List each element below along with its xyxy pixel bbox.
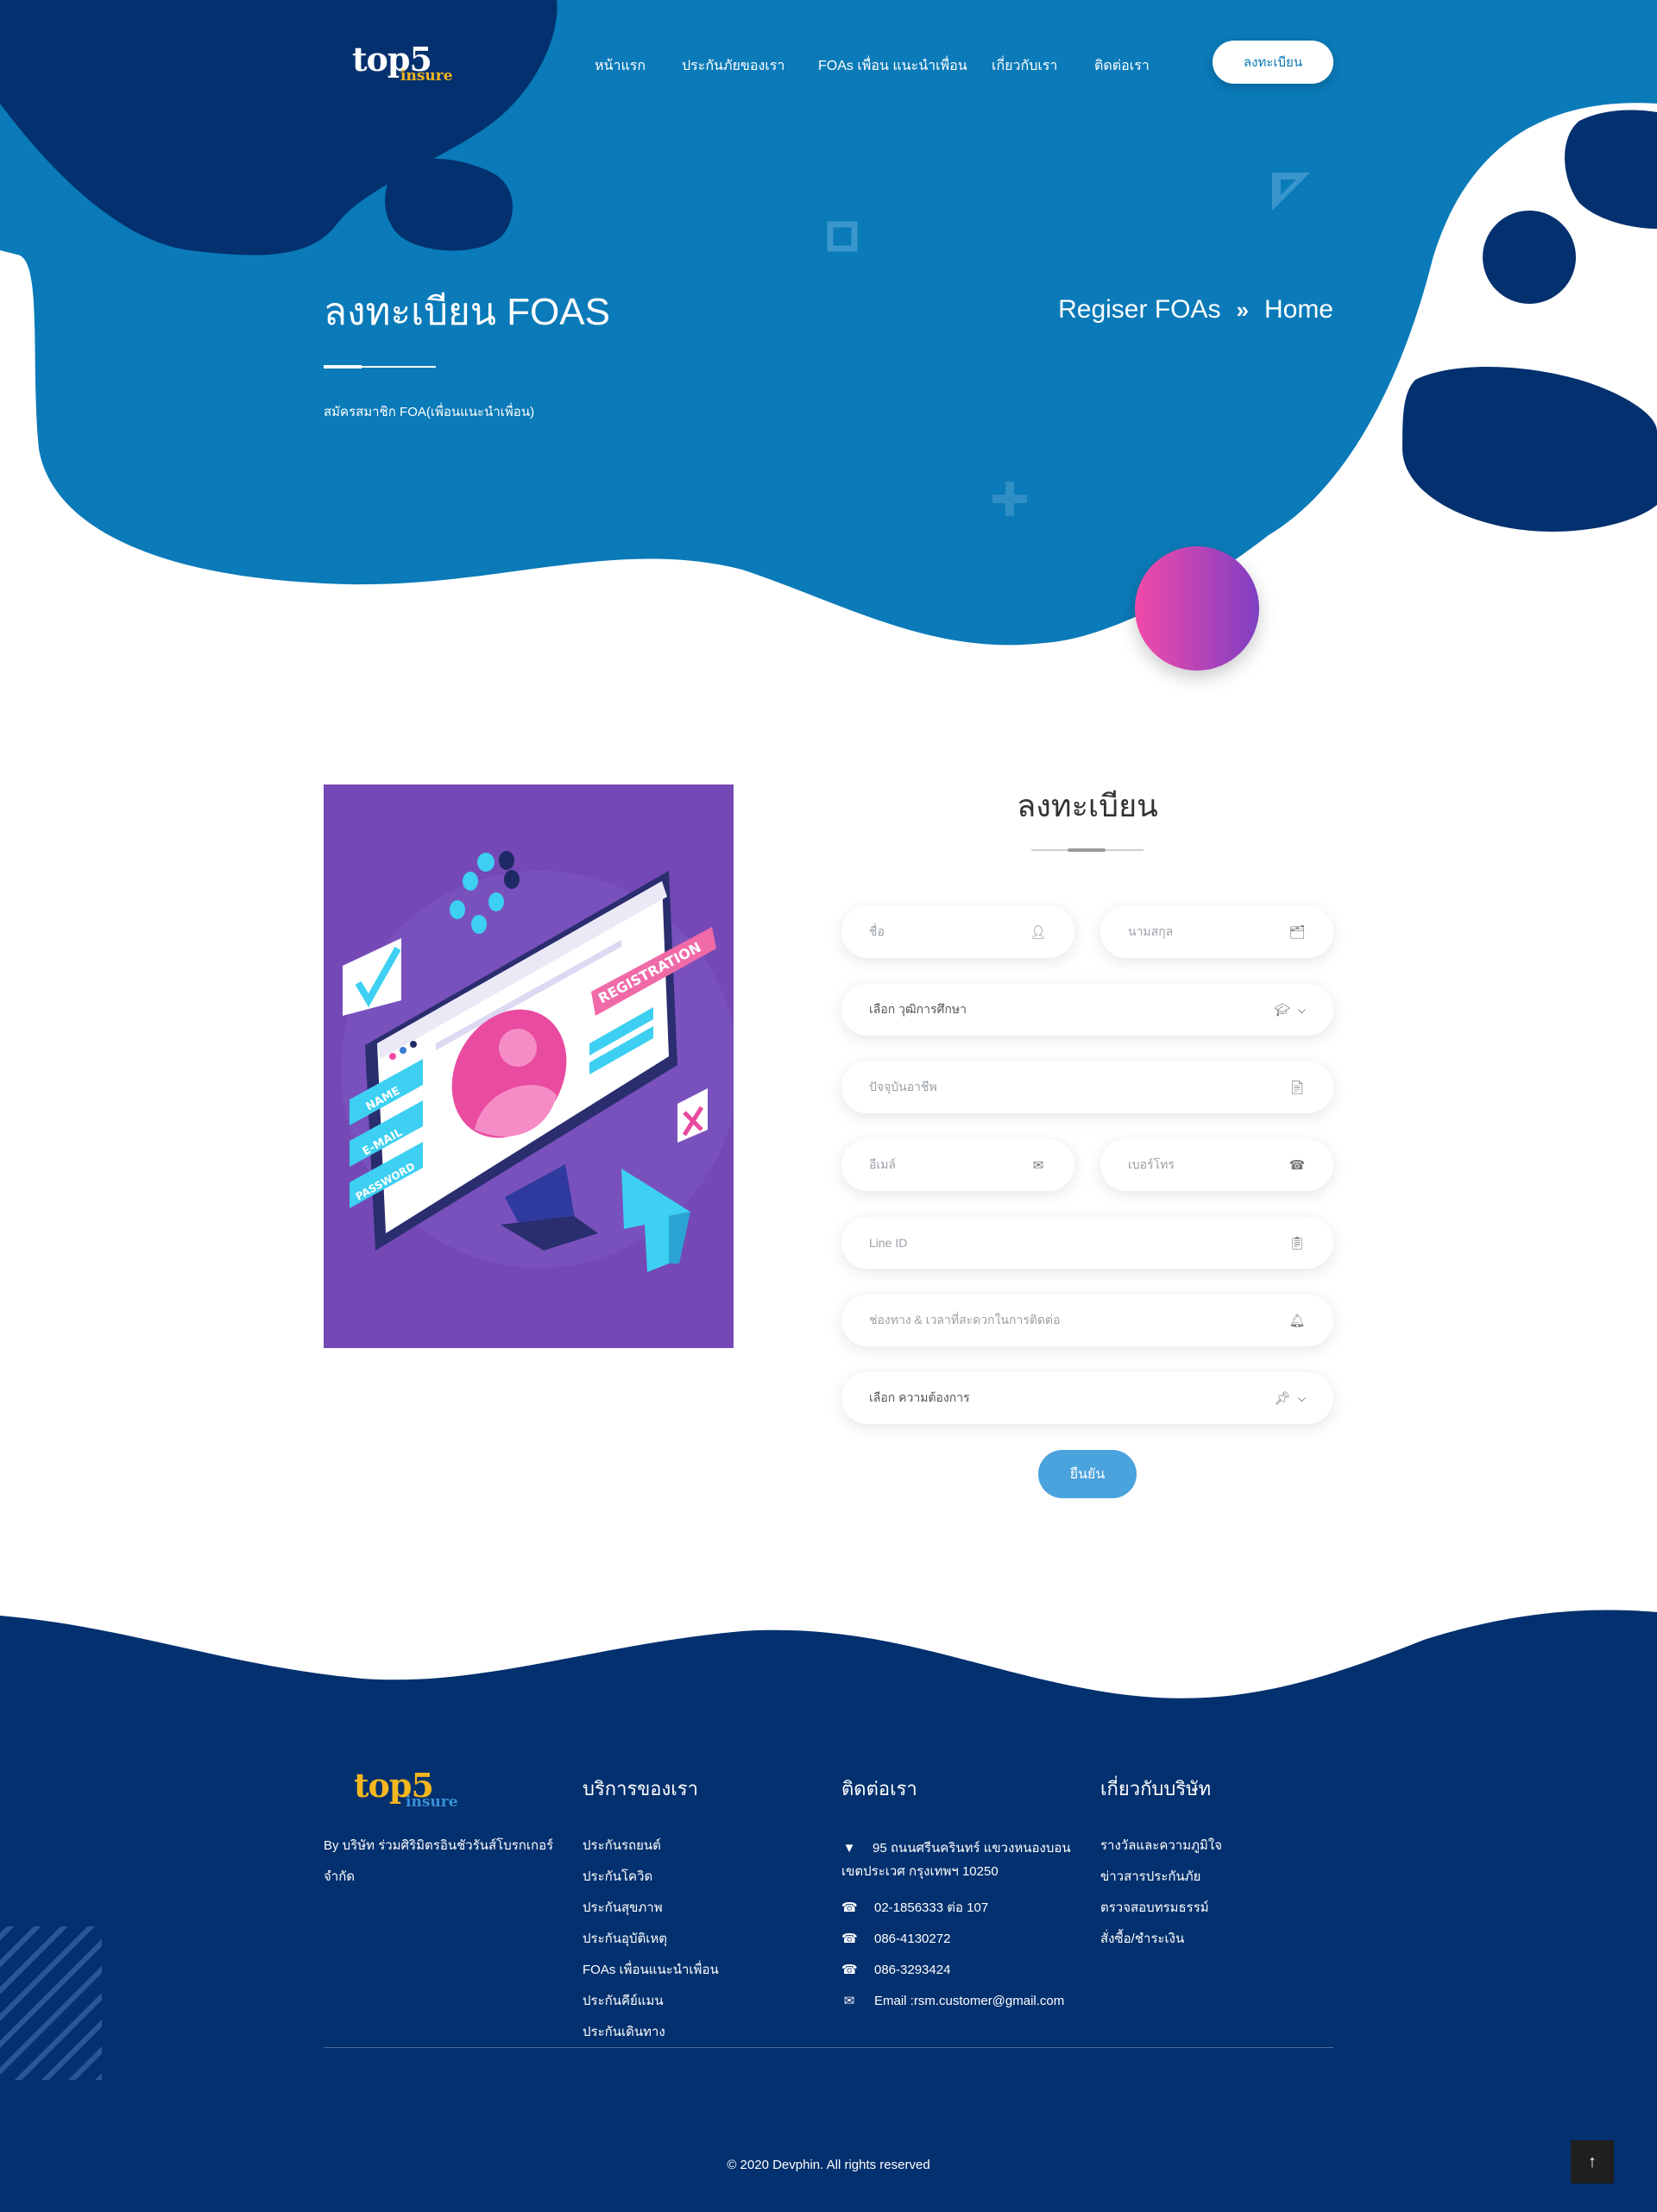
footer-divider (324, 2047, 1333, 2048)
submit-button[interactable]: ยืนยัน (1038, 1450, 1137, 1498)
arrow-up-icon: ↑ (1588, 2152, 1597, 2171)
about-link[interactable]: ข่าวสารประกันภัย (1100, 1866, 1222, 1897)
breadcrumb-home[interactable]: Home (1264, 295, 1333, 325)
file-icon: 📄︎ (1288, 1081, 1306, 1095)
user-icon: 👤︎ (1030, 925, 1047, 940)
breadcrumb: Regiser FOAs » Home (1058, 295, 1333, 325)
logo-text-bottom: insure (400, 67, 453, 85)
need-select[interactable]: เลือก ความต้องการ 📌︎ ⌵ (841, 1372, 1333, 1424)
company-name-line-1: By บริษัท ร่วมศิริมิตรอินชัวรันส์โบรกเกอ… (324, 1838, 554, 1853)
occupation-field[interactable]: ปัจจุบันอาชีพ 📄︎ (841, 1062, 1333, 1113)
service-link[interactable]: ประกันสุขภาพ (583, 1897, 719, 1928)
nav-contact[interactable]: ติดต่อเรา (1094, 55, 1150, 77)
line-id-placeholder: Line ID (869, 1236, 908, 1250)
envelope-icon: ✉ (843, 1994, 855, 2008)
education-selected: เลือก วุฒิการศึกษา (869, 1002, 967, 1016)
service-link[interactable]: ประกันอุบัติเหตุ (583, 1928, 719, 1959)
contact-heading: ติดต่อเรา (841, 1778, 917, 1799)
services-heading: บริการของเรา (583, 1778, 698, 1799)
chevron-down-icon: ⌵ (1297, 1003, 1306, 1016)
footer-wave (0, 1610, 1657, 2212)
first-name-field[interactable]: ชื่อ 👤︎ (841, 906, 1074, 958)
hero-pink-circle (1135, 546, 1259, 671)
pin-icon: 📌︎ (1274, 1391, 1291, 1406)
service-link[interactable]: ประกันรถยนต์ (583, 1835, 719, 1866)
first-name-placeholder: ชื่อ (869, 924, 885, 938)
phone-number: 02-1856333 ต่อ 107 (874, 1900, 989, 1915)
phone-icon: ☎ (841, 1932, 858, 1946)
education-select[interactable]: เลือก วุฒิการศึกษา 🎓︎ ⌵ (841, 984, 1333, 1036)
form-title: ลงทะเบียน (1017, 788, 1158, 823)
graduation-cap-icon: 🎓︎ (1274, 1003, 1291, 1018)
phone-number: 086-4130272 (874, 1931, 951, 1946)
about-link[interactable]: สั่งซื้อ/ชำระเงิน (1100, 1928, 1222, 1959)
email-field[interactable]: อีเมล์ ✉︎ (841, 1139, 1074, 1191)
address-line-2: เขตประเวศ กรุงเทพฯ 10250 (841, 1864, 999, 1879)
illustration-graphic: REGISTRATION NAME E-MAIL PASSWORD (341, 851, 734, 1272)
phone-icon: ☎︎ (1288, 1158, 1306, 1173)
about-heading: เกี่ยวกับบริษัท (1100, 1778, 1212, 1799)
phone-placeholder: เบอร์โทร (1128, 1157, 1175, 1171)
double-chevron-right-icon: » (1236, 296, 1250, 323)
footer-logo[interactable]: top5 insure (354, 1769, 458, 1810)
hero-navy-circle (1483, 211, 1576, 304)
nav-about[interactable]: เกี่ยวกับเรา (992, 55, 1057, 77)
contact-time-field[interactable]: ช่องทาง & เวลาที่สะดวกในการติดต่อ 🔔︎ (841, 1295, 1333, 1346)
page-title: ลงทะเบียน FOAS (324, 291, 610, 333)
header-logo[interactable]: top5 insure (352, 43, 453, 84)
map-marker-icon: ▼ (842, 1840, 856, 1856)
phone-number: 086-3293424 (874, 1962, 951, 1977)
email-address: Email :rsm.customer@gmail.com (874, 1993, 1065, 2008)
title-underline (324, 365, 436, 369)
hero-navy-blob-right-top (1565, 110, 1657, 229)
nav-foas[interactable]: FOAs เพื่อน แนะนำเพื่อน (818, 55, 967, 77)
company-name-line-2: จำกัด (324, 1869, 356, 1884)
service-link[interactable]: ประกันคีย์แมน (583, 1990, 719, 2021)
page-subtitle: สมัครสมาชิก FOA(เพื่อนแนะนำเพื่อน) (324, 405, 535, 419)
phone-row[interactable]: ☎ 086-3293424 (841, 1954, 1071, 1985)
about-list: รางวัลและความภูมิใจ ข่าวสารประกันภัย ตรว… (1100, 1835, 1222, 1959)
contact-list: ▼ 95 ถนนศรีนครินทร์ แขวงหนองบอน เขตประเว… (841, 1835, 1071, 2016)
address-row: ▼ 95 ถนนศรีนครินทร์ แขวงหนองบอน (841, 1835, 1071, 1861)
phone-field[interactable]: เบอร์โทร ☎︎ (1100, 1139, 1333, 1191)
service-link[interactable]: ประกันโควิด (583, 1866, 719, 1897)
services-list: ประกันรถยนต์ ประกันโควิด ประกันสุขภาพ ปร… (583, 1835, 719, 2052)
registration-illustration: REGISTRATION NAME E-MAIL PASSWORD (324, 785, 734, 1348)
id-card-icon: 🗂︎ (1288, 925, 1306, 940)
breadcrumb-current[interactable]: Regiser FOAs (1058, 295, 1220, 325)
copyright: © 2020 Devphin. All rights reserved (727, 2158, 930, 2172)
register-button[interactable]: ลงทะเบียน (1213, 41, 1333, 84)
last-name-field[interactable]: นามสกุล 🗂︎ (1100, 906, 1333, 958)
address-line-1: 95 ถนนศรีนครินทร์ แขวงหนองบอน (873, 1841, 1071, 1856)
clipboard-icon: 📋︎ (1288, 1236, 1306, 1251)
phone-row[interactable]: ☎ 02-1856333 ต่อ 107 (841, 1892, 1071, 1923)
footer-logo-text-bottom: insure (406, 1793, 458, 1811)
phone-row[interactable]: ☎ 086-4130272 (841, 1923, 1071, 1954)
email-row[interactable]: ✉ Email :rsm.customer@gmail.com (841, 1985, 1071, 2016)
line-id-field[interactable]: Line ID 📋︎ (841, 1217, 1333, 1269)
need-selected: เลือก ความต้องการ (869, 1390, 970, 1404)
service-link[interactable]: FOAs เพื่อนแนะนำเพื่อน (583, 1959, 719, 1990)
email-placeholder: อีเมล์ (869, 1157, 897, 1171)
form-title-rule (1031, 848, 1144, 852)
about-link[interactable]: รางวัลและความภูมิใจ (1100, 1835, 1222, 1866)
scroll-to-top-button[interactable]: ↑ (1571, 2140, 1614, 2184)
hero-navy-blob-right-bottom (1402, 367, 1657, 532)
chevron-down-icon: ⌵ (1297, 1391, 1306, 1404)
background-shapes (0, 0, 1657, 2212)
phone-icon: ☎ (841, 1900, 858, 1915)
footer-stripe-deco (0, 1926, 102, 2080)
occupation-placeholder: ปัจจุบันอาชีพ (869, 1080, 937, 1093)
envelope-icon: ✉︎ (1032, 1158, 1044, 1173)
bell-icon: 🔔︎ (1288, 1314, 1306, 1328)
about-link[interactable]: ตรวจสอบทรมธรรม์ (1100, 1897, 1222, 1928)
nav-insurance[interactable]: ประกันภัยของเรา (682, 55, 784, 77)
nav-home[interactable]: หน้าแรก (595, 55, 646, 77)
last-name-placeholder: นามสกุล (1128, 924, 1174, 938)
phone-icon: ☎ (841, 1963, 858, 1977)
contact-time-placeholder: ช่องทาง & เวลาที่สะดวกในการติดต่อ (869, 1313, 1061, 1327)
